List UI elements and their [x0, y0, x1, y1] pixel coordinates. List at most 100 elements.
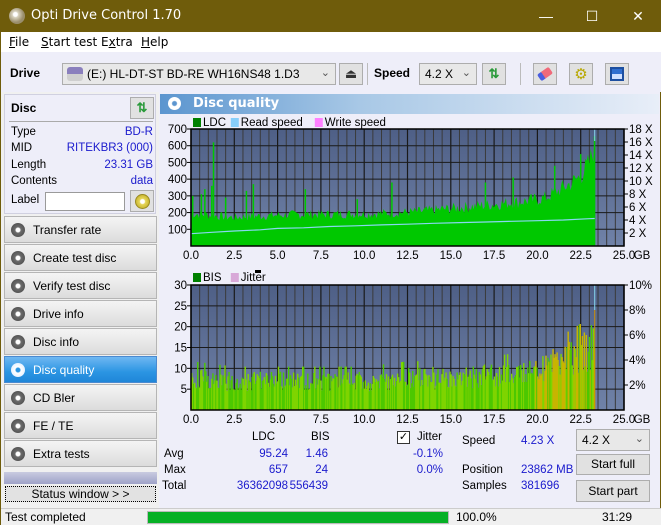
x-axis-unit: GB	[634, 414, 651, 426]
disc-label-row: Label	[11, 194, 41, 210]
menu-extra[interactable]: Extra	[101, 35, 133, 49]
x-tick-label: 22.5	[570, 414, 592, 426]
x-tick-label: 17.5	[483, 414, 505, 426]
disc-contents-label: Contents	[11, 175, 58, 187]
disc-length-value: 23.31 GB	[104, 159, 153, 171]
eject-icon: ⏏	[344, 66, 358, 81]
avg-label: Avg	[164, 448, 184, 460]
nav-fe-te[interactable]: FE / TE	[4, 412, 157, 439]
panel-title: Disc quality	[193, 96, 280, 111]
x-tick-label: 22.5	[570, 250, 592, 262]
erase-button[interactable]	[533, 63, 557, 85]
minimize-button[interactable]: —	[523, 1, 569, 32]
nav-label: Create test disc	[33, 251, 117, 265]
save-button[interactable]	[605, 63, 629, 85]
menu-help-label: elp	[150, 35, 169, 49]
menu-start-test[interactable]: Start test	[41, 35, 97, 49]
nav-create-test-disc[interactable]: Create test disc	[4, 244, 157, 271]
drive-icon	[67, 67, 83, 81]
disc-contents-value: data	[130, 175, 153, 187]
y2-tick-label: 6%	[629, 330, 646, 342]
nav-disc-quality[interactable]: Disc quality	[4, 356, 157, 383]
nav-drive-info[interactable]: Drive info	[4, 300, 157, 327]
eject-button[interactable]: ⏏	[339, 63, 363, 85]
disc-icon	[11, 251, 25, 265]
col-ldc-header: LDC	[252, 431, 276, 443]
menu-help[interactable]: Help	[141, 35, 168, 49]
menu-extra-accel: x	[108, 35, 116, 49]
avg-bis: 1.46	[305, 448, 328, 460]
legend-label: Jitter	[241, 272, 266, 284]
speed-stat-value: 4.23 X	[521, 435, 555, 447]
close-button[interactable]: ✕	[615, 1, 661, 32]
start-full-button[interactable]: Start full	[576, 454, 650, 475]
samples-label: Samples	[462, 480, 507, 492]
menu-file[interactable]: File	[9, 35, 29, 49]
nav-disc-info[interactable]: Disc info	[4, 328, 157, 355]
drive-select[interactable]: (E:) HL-DT-ST BD-RE WH16NS48 1.D3 ⌄	[62, 63, 336, 85]
disc-refresh-button[interactable]: ⇅	[130, 97, 154, 119]
chevron-down-icon: ⌄	[634, 433, 644, 445]
disc-icon	[11, 335, 25, 349]
speed-select[interactable]: 4.2 X ⌄	[419, 63, 477, 85]
x-tick-label: 20.0	[526, 250, 548, 262]
y2-tick-label: 2%	[629, 380, 646, 392]
disc-length-label: Length	[11, 159, 47, 171]
x-tick-label: 7.5	[313, 414, 329, 426]
panel-header: Disc quality	[160, 94, 659, 114]
x-tick-label: 0.0	[183, 414, 199, 426]
chevron-down-icon: ⌄	[320, 67, 330, 79]
disc-icon	[11, 223, 25, 237]
total-label: Total	[162, 480, 187, 492]
progress-fill	[148, 512, 448, 523]
nav-label: Extra tests	[33, 447, 90, 461]
drive-label: Drive	[10, 66, 41, 80]
settings-button[interactable]: ⚙	[569, 63, 593, 85]
nav-label: Verify test disc	[33, 279, 111, 293]
menu-start-test-label: tart test	[48, 35, 98, 49]
nav-label: Disc info	[33, 335, 80, 349]
disc-quality-icon	[168, 97, 181, 110]
nav-extra-tests[interactable]: Extra tests	[4, 440, 157, 467]
y-tick-label: 20	[174, 322, 187, 334]
refresh-button[interactable]: ⇅	[482, 63, 506, 85]
toolbar-separator	[520, 63, 521, 85]
start-part-button[interactable]: Start part	[576, 480, 650, 502]
max-bis: 24	[315, 464, 328, 476]
y-tick-label: 600	[168, 141, 187, 153]
y-tick-label: 500	[168, 157, 187, 169]
nav-transfer-rate[interactable]: Transfer rate	[4, 216, 157, 243]
nav-label: Transfer rate	[33, 223, 102, 237]
nav-verify-test-disc[interactable]: Verify test disc	[4, 272, 157, 299]
nav-cd-bler[interactable]: CD Bler	[4, 384, 157, 411]
chevron-down-icon: ⌄	[461, 67, 471, 79]
disc-icon	[11, 391, 25, 405]
maximize-button[interactable]: ☐	[569, 1, 615, 32]
disc-label-button[interactable]	[130, 190, 154, 212]
x-tick-label: 2.5	[226, 250, 242, 262]
status-window-button[interactable]: Status window > >	[5, 486, 156, 502]
y2-tick-label: 14 X	[629, 150, 653, 162]
avg-jitter: -0.1%	[412, 448, 443, 460]
max-label: Max	[164, 464, 186, 476]
nav-filler	[4, 472, 157, 484]
y2-tick-label: 6 X	[629, 202, 647, 214]
disc-type-row: Type BD-R	[11, 126, 153, 142]
jitter-checkbox[interactable]: ✓	[397, 431, 410, 444]
bis-chart: BIS Jitter 0.0 2.5 5.0 7.5 10.0 12.5 15.0 17.5 20.…	[174, 270, 652, 426]
position-value: 23862 MB	[521, 464, 574, 476]
y-tick-label: 700	[168, 124, 187, 136]
elapsed-time: 31:29	[602, 510, 633, 524]
legend-swatch	[230, 118, 239, 127]
x-axis-unit: GB	[634, 250, 651, 262]
y2-tick-label: 4%	[629, 355, 646, 367]
disc-label-input[interactable]	[45, 192, 125, 211]
legend-marker	[255, 270, 261, 273]
total-ldc: 36362098	[236, 480, 288, 492]
x-tick-label: 20.0	[526, 414, 548, 426]
stats-panel: LDC BIS ✓ Jitter Avg 95.24 1.46 -0.1% Ma…	[159, 427, 660, 507]
test-speed-select[interactable]: 4.2 X ⌄	[576, 429, 650, 451]
y2-tick-label: 12 X	[629, 163, 653, 175]
disc-info-panel: Disc ⇅ Type BD-R MID RITEKBR3 (000) Length…	[4, 94, 156, 214]
speed-value: 4.2 X	[425, 67, 454, 81]
